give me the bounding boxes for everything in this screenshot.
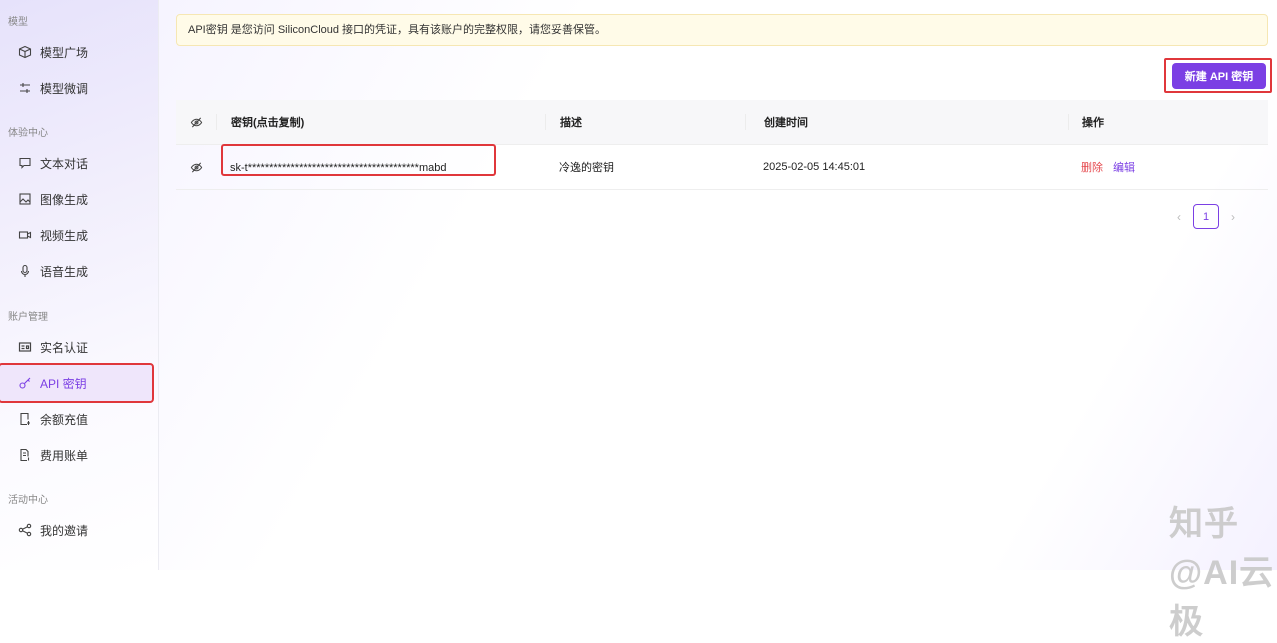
column-header-actions: 操作 (1068, 114, 1268, 130)
sidebar-item-verification[interactable]: 实名认证 (0, 329, 152, 365)
sidebar-item-image-gen[interactable]: 图像生成 (0, 181, 152, 217)
sidebar-item-invites[interactable]: 我的邀请 (0, 512, 152, 548)
microphone-icon (18, 264, 32, 278)
sidebar-item-label: 余额充值 (40, 412, 89, 427)
sidebar-item-fine-tune[interactable]: 模型微调 (0, 70, 152, 106)
sidebar-item-recharge[interactable]: 余额充值 (0, 401, 152, 437)
sidebar-item-video-gen[interactable]: 视频生成 (0, 217, 152, 253)
sidebar-item-api-keys[interactable]: API 密钥 (0, 363, 154, 403)
main-content: API密钥 是您访问 SiliconCloud 接口的凭证，具有该账户的完整权限… (159, 0, 1277, 641)
highlight-box (221, 144, 496, 176)
key-icon (18, 376, 32, 390)
image-icon (18, 192, 32, 206)
sidebar-item-label: 图像生成 (40, 192, 89, 207)
sidebar-item-label: 模型微调 (40, 81, 89, 96)
sidebar-item-label: 费用账单 (40, 448, 89, 463)
page-number[interactable]: 1 (1193, 204, 1219, 229)
section-label: 账户管理 (8, 312, 48, 323)
edit-link[interactable]: 编辑 (1113, 162, 1135, 174)
api-key-table: 密钥(点击复制) 描述 创建时间 操作 sk-t****************… (176, 100, 1268, 190)
pagination: ‹ 1 › (1177, 204, 1235, 229)
id-card-icon (18, 340, 32, 354)
chat-icon (18, 156, 32, 170)
sidebar-item-model-square[interactable]: 模型广场 (0, 34, 152, 70)
eye-slash-icon[interactable] (176, 161, 216, 174)
sidebar: 模型 模型广场 模型微调 体验中心 文本对话 图像生成 视频生成 语音生成 账户… (0, 0, 159, 570)
sidebar-item-billing[interactable]: 费用账单 (0, 437, 152, 473)
section-label: 模型 (8, 17, 28, 28)
sidebar-item-label: 我的邀请 (40, 523, 89, 538)
table-header: 密钥(点击复制) 描述 创建时间 操作 (176, 100, 1268, 145)
column-header-description: 描述 (545, 114, 745, 130)
sidebar-item-audio-gen[interactable]: 语音生成 (0, 253, 152, 289)
sidebar-item-label: 实名认证 (40, 340, 89, 355)
section-label: 活动中心 (8, 495, 48, 506)
sidebar-item-text-chat[interactable]: 文本对话 (0, 145, 152, 181)
eye-slash-icon[interactable] (176, 116, 216, 129)
sliders-icon (18, 81, 32, 95)
sidebar-item-label: API 密钥 (40, 376, 87, 391)
video-icon (18, 228, 32, 242)
sidebar-item-label: 文本对话 (40, 156, 89, 171)
chevron-left-icon[interactable]: ‹ (1177, 210, 1181, 224)
info-banner: API密钥 是您访问 SiliconCloud 接口的凭证，具有该账户的完整权限… (176, 14, 1268, 46)
highlight-box: 新建 API 密钥 (1164, 58, 1272, 93)
table-row: sk-t************************************… (176, 144, 1268, 190)
section-label: 体验中心 (8, 128, 48, 139)
key-created-time: 2025-02-05 14:45:01 (763, 161, 866, 173)
delete-link[interactable]: 删除 (1081, 162, 1103, 174)
sidebar-item-label: 模型广场 (40, 45, 89, 60)
key-description: 冷逸的密钥 (559, 162, 614, 174)
column-header-key: 密钥(点击复制) (216, 114, 545, 130)
sidebar-item-label: 语音生成 (40, 264, 89, 279)
chevron-right-icon[interactable]: › (1231, 210, 1235, 224)
new-api-key-button[interactable]: 新建 API 密钥 (1172, 63, 1266, 89)
recharge-icon (18, 412, 32, 426)
cube-icon (18, 45, 32, 59)
share-icon (18, 523, 32, 537)
column-header-created: 创建时间 (745, 114, 1068, 130)
bill-icon (18, 448, 32, 462)
sidebar-item-label: 视频生成 (40, 228, 89, 243)
